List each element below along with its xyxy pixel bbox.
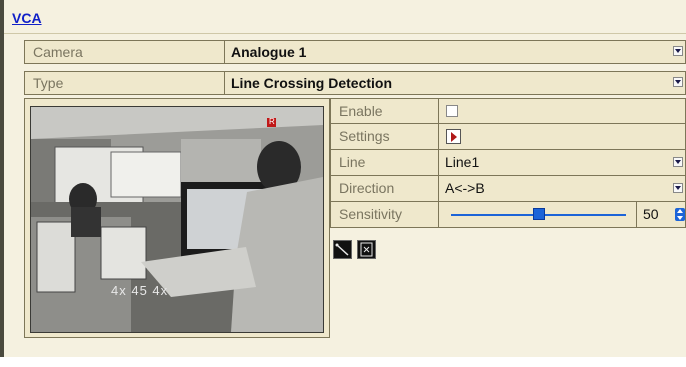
settings-grid: Enable Settings Line Line1 Direction A<-… — [330, 98, 686, 228]
spinner-icon[interactable] — [675, 208, 685, 221]
preview-overlay-text: 4x 45 4x — [111, 283, 169, 298]
sensitivity-label: Sensitivity — [331, 202, 439, 227]
enable-label: Enable — [331, 99, 439, 124]
camera-row: Camera Analogue 1 — [24, 40, 686, 64]
line-value: Line1 — [445, 154, 480, 170]
type-row: Type Line Crossing Detection — [24, 71, 686, 95]
chevron-down-icon[interactable] — [673, 183, 683, 193]
preview-panel: 4x 45 4x R — [24, 98, 330, 338]
recording-indicator-label: R — [269, 117, 275, 126]
sensitivity-value: 50 — [643, 206, 659, 222]
clear-icon[interactable] — [357, 240, 376, 259]
enable-checkbox[interactable] — [446, 105, 458, 117]
chevron-down-icon[interactable] — [673, 157, 683, 167]
camera-preview[interactable]: 4x 45 4x R — [30, 106, 324, 333]
direction-row: Direction A<->B — [330, 176, 686, 202]
type-value: Line Crossing Detection — [231, 75, 393, 91]
vca-tab-link[interactable]: VCA — [12, 10, 42, 26]
header-divider — [4, 33, 686, 34]
settings-arrow-button[interactable] — [446, 129, 461, 144]
bottom-strip — [0, 357, 686, 367]
left-edge-bar — [0, 0, 4, 367]
office-scene — [31, 107, 323, 332]
line-label: Line — [331, 150, 439, 175]
enable-row: Enable — [330, 98, 686, 124]
direction-value: A<->B — [445, 180, 485, 196]
direction-label: Direction — [331, 176, 439, 201]
sensitivity-stepper[interactable]: 50 — [636, 202, 686, 227]
settings-row: Settings — [330, 124, 686, 150]
chevron-down-icon[interactable] — [673, 46, 683, 56]
line-select[interactable]: Line1 — [439, 150, 685, 175]
camera-select[interactable]: Analogue 1 — [225, 41, 685, 63]
draw-line-icon[interactable] — [333, 240, 352, 259]
camera-value: Analogue 1 — [231, 44, 307, 60]
direction-select[interactable]: A<->B — [439, 176, 685, 201]
sensitivity-row: Sensitivity 50 — [330, 202, 686, 228]
sensitivity-slider-thumb[interactable] — [532, 208, 545, 220]
settings-label: Settings — [331, 124, 439, 149]
line-row: Line Line1 — [330, 150, 686, 176]
type-select[interactable]: Line Crossing Detection — [225, 72, 685, 94]
camera-label: Camera — [25, 41, 225, 63]
type-label: Type — [25, 72, 225, 94]
chevron-down-icon[interactable] — [673, 77, 683, 87]
